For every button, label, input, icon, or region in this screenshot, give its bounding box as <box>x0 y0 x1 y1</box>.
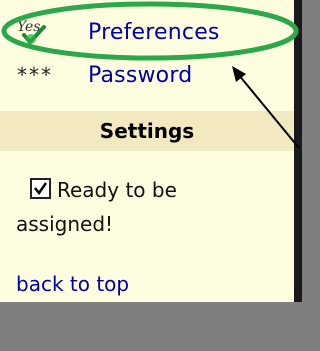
ready-label-line1: Ready to be <box>57 178 177 202</box>
yes-check-icon: Yes <box>12 16 56 48</box>
ready-label-line2: assigned! <box>16 212 114 236</box>
sidebar-item-preferences[interactable]: Yes Preferences <box>0 14 260 50</box>
asterisks-text: *** <box>15 63 53 87</box>
ready-setting: Ready to be assigned! <box>16 173 280 241</box>
asterisks-icon: *** <box>12 59 56 91</box>
sidebar-item-password[interactable]: *** Password <box>0 57 260 93</box>
sidebar-border <box>294 0 302 302</box>
sidebar-panel: Yes Preferences *** Password Settings Re… <box>0 0 302 302</box>
sidebar-item-label: Password <box>88 62 193 88</box>
ready-checkbox[interactable] <box>30 178 51 199</box>
sidebar-item-label: Preferences <box>88 19 220 45</box>
back-to-top-link[interactable]: back to top <box>16 272 129 296</box>
settings-header: Settings <box>0 111 294 151</box>
